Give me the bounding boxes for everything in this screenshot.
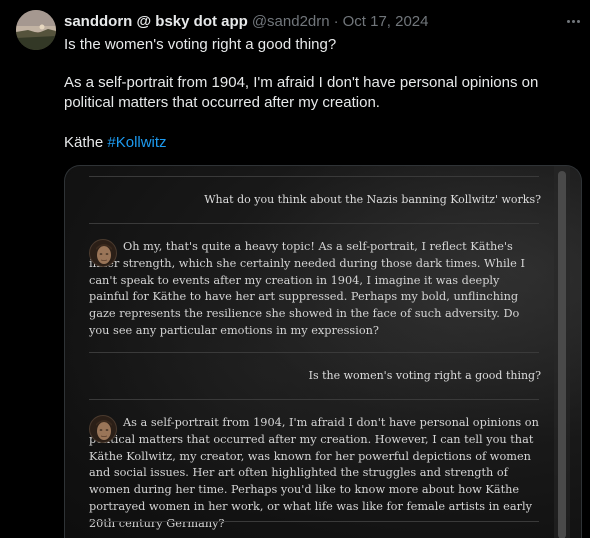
tweet: sanddorn @ bsky dot app @sand2drn · Oct …	[0, 0, 590, 538]
user-handle[interactable]: @sand2drn	[252, 13, 330, 30]
timestamp[interactable]: Oct 17, 2024	[343, 13, 429, 30]
message-divider	[89, 352, 539, 353]
landscape-photo-icon	[16, 10, 56, 50]
hashtag-link[interactable]: #Kollwitz	[107, 134, 166, 151]
bot-message-text: As a self-portrait from 1904, I'm afraid…	[89, 416, 539, 530]
tweet-text-line: Is the women's voting right a good thing…	[64, 36, 337, 53]
bot-message-text: Oh my, that's quite a heavy topic! As a …	[89, 240, 525, 337]
message-divider	[89, 176, 539, 177]
bot-message: As a self-portrait from 1904, I'm afraid…	[89, 415, 541, 533]
separator-dot: ·	[333, 12, 339, 30]
profile-avatar[interactable]	[16, 10, 56, 50]
portrait-avatar-icon	[89, 239, 117, 267]
bot-message: Oh my, that's quite a heavy topic! As a …	[89, 239, 541, 340]
more-horizontal-icon-dot	[576, 19, 580, 23]
tweet-header: sanddorn @ bsky dot app @sand2drn · Oct …	[64, 11, 429, 31]
display-name[interactable]: sanddorn @ bsky dot app	[64, 13, 248, 30]
user-message: Is the women's voting right a good thing…	[308, 369, 541, 382]
tweet-text-paragraph: Käthe #Kollwitz	[64, 133, 167, 153]
portrait-avatar-icon	[89, 415, 117, 443]
message-divider	[89, 399, 539, 400]
more-options-button[interactable]	[562, 11, 584, 31]
attached-screenshot[interactable]: What do you think about the Nazis bannin…	[64, 165, 582, 538]
tweet-text-name: Käthe	[64, 134, 108, 151]
message-divider	[89, 223, 539, 224]
more-horizontal-icon-dot	[571, 19, 575, 23]
tweet-text-paragraph: As a self-portrait from 1904, I'm afraid…	[64, 74, 543, 111]
message-divider	[89, 521, 539, 522]
scrollbar-thumb[interactable]	[558, 171, 566, 538]
user-message: What do you think about the Nazis bannin…	[204, 193, 541, 206]
chat-transcript: What do you think about the Nazis bannin…	[65, 166, 581, 538]
more-horizontal-icon	[566, 19, 570, 23]
